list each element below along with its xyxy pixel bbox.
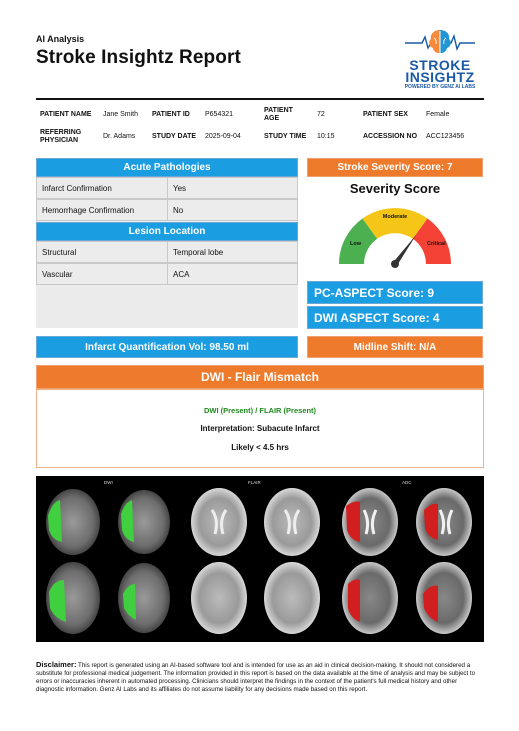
vascular-value: ACA: [167, 263, 298, 285]
patient-id-label: PATIENT ID: [152, 111, 190, 118]
dwi-aspect-score: DWI ASPECT Score: 4: [307, 306, 483, 329]
infarct-volume: Infarct Quantification Vol: 98.50 ml: [36, 336, 298, 358]
pc-aspect-score: PC-ASPECT Score: 9: [307, 281, 483, 304]
midline-shift: Midline Shift: N/A: [307, 336, 483, 358]
patient-info-row: PATIENT NAME Jane Smith PATIENT ID P6543…: [36, 104, 484, 126]
study-time: 10:15: [317, 133, 335, 140]
mismatch-interpretation: Interpretation: Subacute Infarct: [200, 424, 320, 433]
flair-slice-2: [264, 488, 320, 556]
structural-label: Structural: [36, 241, 168, 263]
acute-pathologies-header: Acute Pathologies: [36, 158, 298, 177]
structural-value: Temporal lobe: [167, 241, 298, 263]
header-divider: [36, 98, 484, 100]
lesion-location-header: Lesion Location: [36, 222, 298, 241]
accession-label: ACCESSION NO: [363, 133, 418, 140]
mismatch-onset: Likely < 4.5 hrs: [231, 443, 289, 452]
gauge-critical-label: Critical: [427, 241, 446, 247]
patient-name: Jane Smith: [103, 111, 139, 118]
physician: Dr. Adams: [103, 133, 136, 140]
infarct-value: Yes: [167, 177, 298, 199]
section-label: AI Analysis: [36, 34, 85, 44]
patient-info-row: REFERRING PHYSICIAN Dr. Adams STUDY DATE…: [36, 126, 484, 148]
disclaimer: Disclaimer: This report is generated usi…: [36, 661, 484, 694]
page-title: Stroke Insightz Report: [36, 47, 241, 68]
logo-tagline: POWERED BY GENZ AI LABS: [404, 84, 476, 90]
disclaimer-label: Disclaimer:: [36, 660, 77, 669]
patient-sex: Female: [426, 111, 450, 118]
patient-name-label: PATIENT NAME: [40, 111, 92, 118]
physician-label: REFERRING PHYSICIAN: [40, 129, 82, 144]
study-time-label: STUDY TIME: [264, 133, 307, 140]
disclaimer-text: This report is generated using an AI-bas…: [36, 662, 476, 693]
flair-slice-4: [264, 562, 320, 634]
patient-id: P654321: [205, 111, 234, 118]
flair-slice-1: [191, 488, 247, 556]
flair-label: FLAIR: [248, 480, 262, 485]
patient-age-label: PATIENT AGE: [264, 107, 293, 122]
logo-line-2: INSIGHTZ: [405, 69, 475, 85]
vascular-label: Vascular: [36, 263, 168, 285]
mri-image-strip: DWI FLAIR ADC: [36, 476, 484, 642]
study-date-label: STUDY DATE: [152, 133, 197, 140]
brand-logo: STROKE INSIGHTZ POWERED BY GENZ AI LABS: [395, 26, 485, 96]
mri-panels: DWI FLAIR ADC: [46, 480, 472, 634]
gauge-moderate-label: Moderate: [383, 214, 407, 220]
severity-header: Stroke Severity Score: 7: [307, 158, 483, 177]
patient-info: PATIENT NAME Jane Smith PATIENT ID P6543…: [36, 104, 484, 148]
adc-label: ADC: [402, 480, 412, 485]
dwi-label: DWI: [104, 480, 113, 485]
flair-slice-3: [191, 562, 247, 634]
gauge-hub: [391, 260, 399, 268]
severity-gauge: Low Moderate Critical: [339, 208, 451, 268]
brain-heartbeat-icon: [405, 30, 475, 53]
patient-age: 72: [317, 111, 325, 118]
patient-sex-label: PATIENT SEX: [363, 111, 408, 118]
accession-number: ACC123456: [426, 133, 465, 140]
infarct-label: Infarct Confirmation: [36, 177, 168, 199]
hemorrhage-label: Hemorrhage Confirmation: [36, 199, 168, 221]
mismatch-finding: DWI (Present) / FLAIR (Present): [203, 406, 317, 415]
mismatch-header: DWI - Flair Mismatch: [36, 365, 484, 389]
mismatch-body: DWI (Present) / FLAIR (Present) Interpre…: [36, 389, 484, 468]
severity-title: Severity Score: [349, 181, 441, 196]
hemorrhage-value: No: [167, 199, 298, 221]
study-date: 2025-09-04: [205, 133, 241, 140]
gauge-low-label: Low: [350, 241, 362, 247]
